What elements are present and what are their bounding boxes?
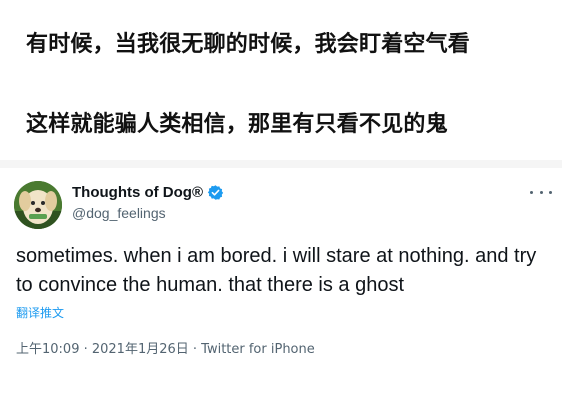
more-dot-icon <box>530 190 533 194</box>
author-name-row[interactable]: Thoughts of Dog® <box>72 184 224 201</box>
tweet-card: Thoughts of Dog® @dog_feelings sometimes… <box>0 168 562 400</box>
tweet-timestamp[interactable]: 上午10:09 · 2021年1月26日 · Twitter for iPhon… <box>16 338 315 357</box>
verified-badge-icon <box>207 185 224 200</box>
more-dot-icon <box>549 190 552 194</box>
more-dot-icon <box>539 190 543 194</box>
author-handle[interactable]: @dog_feelings <box>72 205 166 221</box>
dog-avatar-icon <box>14 181 62 229</box>
display-name[interactable]: Thoughts of Dog® <box>72 184 203 201</box>
caption-line-2: 这样就能骗人类相信，那里有只看不见的鬼 <box>26 112 448 137</box>
tweet-text: sometimes. when i am bored. i will stare… <box>16 245 537 296</box>
avatar[interactable] <box>14 181 62 229</box>
section-divider <box>0 160 562 168</box>
translate-tweet-link[interactable]: 翻译推文 <box>16 304 64 321</box>
more-options-icon[interactable] <box>530 184 552 200</box>
caption-line-1: 有时候，当我很无聊的时候，我会盯着空气看 <box>26 32 471 57</box>
